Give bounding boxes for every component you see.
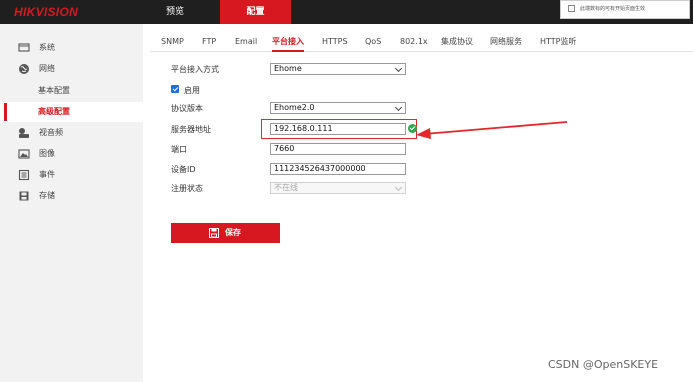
image-icon bbox=[18, 149, 30, 159]
tab-network-service[interactable]: 网络服务 bbox=[490, 34, 522, 52]
save-button-label: 保存 bbox=[225, 228, 241, 237]
access-mode-label: 平台接入方式 bbox=[171, 65, 219, 74]
sidebar-item-video-audio[interactable]: 视音频 bbox=[0, 123, 143, 143]
sidebar-item-label: 图像 bbox=[39, 149, 55, 158]
enable-label: 启用 bbox=[184, 86, 200, 95]
enable-checkbox[interactable] bbox=[171, 85, 179, 93]
notice-popup: 此端数标的可有开始页面生效 bbox=[560, 0, 690, 19]
tab-integration-protocol[interactable]: 集成协议 bbox=[441, 34, 473, 52]
sidebar-item-label: 系统 bbox=[39, 43, 55, 52]
annotation-highlight-box bbox=[261, 119, 417, 139]
monitor-icon bbox=[18, 43, 30, 52]
notice-text: 此端数标的可有开始页面生效 bbox=[580, 6, 646, 12]
sidebar-item-label: 基本配置 bbox=[38, 86, 70, 95]
protocol-version-select[interactable]: Ehome2.0 bbox=[270, 102, 406, 114]
sidebar-item-network[interactable]: 网络 bbox=[0, 59, 143, 79]
tab-email[interactable]: Email bbox=[235, 34, 257, 52]
save-button[interactable]: 保存 bbox=[171, 223, 280, 243]
protocol-label: 协议版本 bbox=[171, 104, 203, 113]
globe-icon bbox=[19, 64, 29, 74]
sidebar-item-label: 网络 bbox=[39, 64, 55, 73]
nav-preview[interactable]: 预览 bbox=[145, 0, 205, 24]
notice-checkbox[interactable] bbox=[568, 5, 575, 12]
nav-config[interactable]: 配置 bbox=[220, 0, 291, 24]
tab-https[interactable]: HTTPS bbox=[322, 34, 348, 52]
tab-8021x[interactable]: 802.1x bbox=[400, 34, 428, 52]
port-input[interactable]: 7660 bbox=[270, 143, 406, 155]
tab-qos[interactable]: QoS bbox=[365, 34, 381, 52]
sidebar-item-event[interactable]: 事件 bbox=[0, 165, 143, 185]
watermark-text: CSDN @OpenSKEYE bbox=[548, 358, 659, 371]
tab-snmp[interactable]: SNMP bbox=[161, 34, 184, 52]
event-list-icon bbox=[18, 169, 30, 181]
port-label: 端口 bbox=[171, 145, 187, 154]
top-bar: HIKVISION 预览 配置 此端数标的可有开始页面生效 bbox=[0, 0, 693, 24]
settings-tabs: SNMP FTP Email 平台接入 HTTPS QoS 802.1x 集成协… bbox=[150, 34, 693, 52]
annotation-arrow-icon bbox=[416, 121, 568, 139]
sidebar-item-label: 高级配置 bbox=[38, 107, 70, 116]
device-id-label: 设备ID bbox=[171, 165, 196, 174]
tab-ftp[interactable]: FTP bbox=[202, 34, 216, 52]
save-disk-icon bbox=[19, 191, 29, 201]
server-address-label: 服务器地址 bbox=[171, 125, 211, 134]
tab-http-listen[interactable]: HTTP监听 bbox=[540, 34, 576, 52]
camera-icon bbox=[19, 128, 29, 138]
sidebar-item-image[interactable]: 图像 bbox=[0, 144, 143, 164]
device-id-input[interactable]: 111234526437000000 bbox=[270, 163, 406, 175]
register-status-select: 不在线 bbox=[270, 182, 406, 194]
access-mode-select[interactable]: Ehome bbox=[270, 63, 406, 75]
sidebar-item-advanced-config[interactable]: 高级配置 bbox=[0, 102, 143, 122]
sidebar: 系统 网络 基本配置 高级配置 视音频 图像 事件 存储 bbox=[0, 24, 143, 382]
sidebar-item-basic-config[interactable]: 基本配置 bbox=[0, 81, 143, 101]
tab-platform-access[interactable]: 平台接入 bbox=[272, 34, 304, 52]
register-status-label: 注册状态 bbox=[171, 184, 203, 193]
sidebar-item-system[interactable]: 系统 bbox=[0, 38, 143, 58]
save-disk-icon bbox=[209, 228, 219, 238]
sidebar-item-label: 存储 bbox=[39, 191, 55, 200]
sidebar-item-label: 视音频 bbox=[39, 128, 63, 137]
brand-logo: HIKVISION bbox=[14, 5, 79, 19]
sidebar-item-storage[interactable]: 存储 bbox=[0, 186, 143, 206]
sidebar-item-label: 事件 bbox=[39, 170, 55, 179]
